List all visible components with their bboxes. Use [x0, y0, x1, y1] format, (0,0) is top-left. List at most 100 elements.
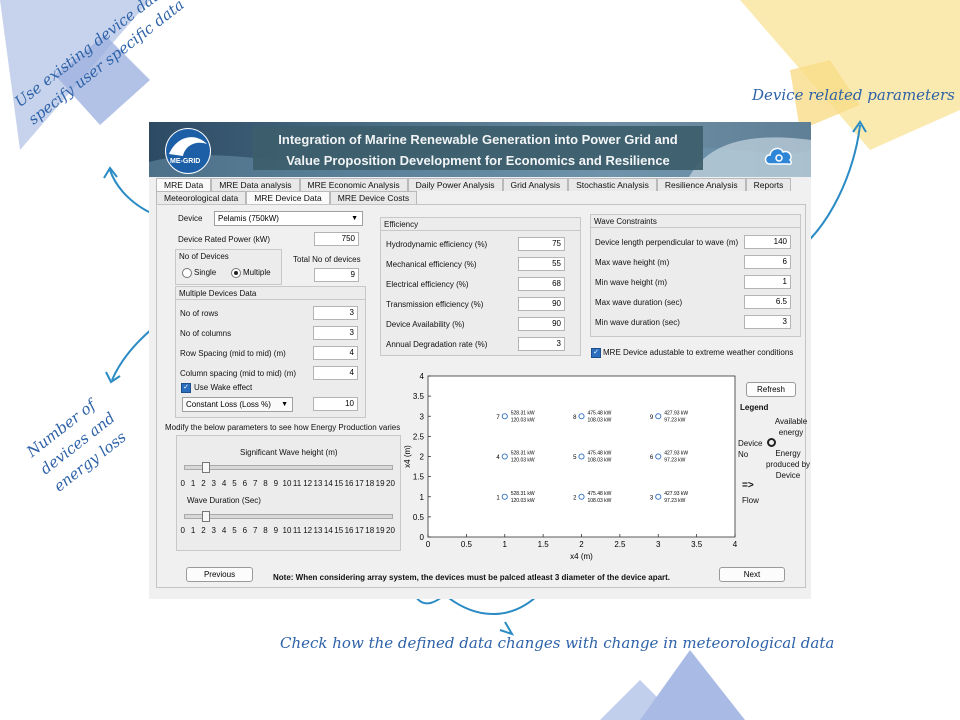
legend-marker-icon	[767, 438, 776, 447]
y-tick-label: 2	[420, 453, 425, 462]
y-tick-label: 4	[420, 372, 425, 381]
wave-duration-tick-3: 3	[211, 526, 216, 535]
wave-duration-slider-label: Wave Duration (Sec)	[187, 496, 261, 505]
tab-meteorological-data[interactable]: Meteorological data	[156, 191, 247, 204]
multiple-radio[interactable]	[231, 268, 241, 278]
multiple-devices-title: Multiple Devices Data	[179, 289, 257, 298]
loss-type-select[interactable]: Constant Loss (Loss %) ▼	[182, 397, 293, 412]
refresh-button[interactable]: Refresh	[746, 382, 796, 397]
tab-mre-data[interactable]: MRE Data	[156, 178, 212, 191]
max-wave-duration-input[interactable]: 6.5	[744, 295, 791, 309]
chevron-down-icon: ▼	[281, 401, 288, 408]
y-tick-label: 1	[420, 493, 425, 502]
max-wave-height-input[interactable]: 6	[744, 255, 791, 269]
wave-height-tick-13: 13	[313, 479, 323, 488]
no-of-devices-panel: No of Devices Single Multiple	[175, 249, 282, 285]
wave-height-tick-10: 10	[282, 479, 292, 488]
wave-duration-tick-15: 15	[334, 526, 344, 535]
loss-value-input[interactable]: 10	[313, 397, 358, 411]
column-spacing-input[interactable]: 4	[313, 366, 358, 380]
single-radio[interactable]	[182, 268, 192, 278]
total-devices-label: Total No of devices	[293, 255, 361, 264]
transmission-input[interactable]: 90	[518, 297, 565, 311]
wave-duration-tick-0: 0	[180, 526, 185, 535]
device-select[interactable]: Pelamis (750kW) ▼	[214, 211, 363, 226]
tab-grid-analysis[interactable]: Grid Analysis	[502, 178, 569, 191]
wave-height-tick-20: 20	[386, 479, 395, 488]
wave-height-tick-2: 2	[201, 479, 206, 488]
wave-duration-tick-16: 16	[344, 526, 354, 535]
min-wave-duration-input[interactable]: 3	[744, 315, 791, 329]
single-label: Single	[194, 268, 217, 277]
columns-input[interactable]: 3	[313, 326, 358, 340]
wave-height-slider[interactable]	[184, 465, 393, 470]
electrical-input[interactable]: 68	[518, 277, 565, 291]
previous-button[interactable]: Previous	[186, 567, 253, 582]
wave-duration-tick-10: 10	[282, 526, 292, 535]
wave-height-tick-12: 12	[303, 479, 313, 488]
wave-height-slider-thumb[interactable]	[201, 462, 210, 473]
y-tick-label: 3.5	[413, 392, 425, 401]
wave-duration-slider[interactable]	[184, 514, 393, 519]
tab-reports[interactable]: Reports	[745, 178, 792, 191]
main-tab-bar: MRE Data MRE Data analysis MRE Economic …	[156, 178, 792, 191]
wave-duration-tick-13: 13	[313, 526, 323, 535]
extreme-weather-checkbox[interactable]: ✓	[591, 348, 601, 358]
wave-duration-tick-14: 14	[323, 526, 333, 535]
tab-mre-economic-analysis[interactable]: MRE Economic Analysis	[299, 178, 408, 191]
available-energy-label: 528.31 kW	[511, 491, 535, 497]
device-label: Device	[178, 214, 203, 223]
wave-height-tick-8: 8	[263, 479, 268, 488]
x-tick-label: 3.5	[691, 540, 703, 549]
total-devices-value: 9	[314, 268, 359, 282]
column-spacing-label: Column spacing (mid to mid) (m)	[180, 369, 297, 378]
availability-input[interactable]: 90	[518, 317, 565, 331]
y-tick-label: 1.5	[413, 473, 425, 482]
produced-energy-label: 97.23 kW	[664, 417, 685, 423]
wave-duration-slider-thumb[interactable]	[201, 511, 210, 522]
y-axis-label: x4 (m)	[403, 445, 412, 468]
legend-flow: Flow	[742, 496, 759, 505]
plot-area	[427, 375, 736, 538]
wave-height-tick-5: 5	[232, 479, 237, 488]
chevron-down-icon: ▼	[351, 215, 358, 222]
tab-mre-data-analysis[interactable]: MRE Data analysis	[211, 178, 300, 191]
tab-resilience-analysis[interactable]: Resilience Analysis	[656, 178, 746, 191]
tab-mre-device-data[interactable]: MRE Device Data	[246, 191, 330, 204]
sliders-panel: Significant Wave height (m) 0 1 2 3 4 5 6 7 8 9 10…	[176, 435, 401, 551]
mechanical-input[interactable]: 55	[518, 257, 565, 271]
row-spacing-label: Row Spacing (mid to mid) (m)	[180, 349, 286, 358]
wave-duration-tick-8: 8	[263, 526, 268, 535]
tab-mre-device-costs[interactable]: MRE Device Costs	[329, 191, 418, 204]
hydrodynamic-input[interactable]: 75	[518, 237, 565, 251]
tab-stochastic-analysis[interactable]: Stochastic Analysis	[568, 178, 657, 191]
device-layout-chart: 0 0.5 1 1.5 2 2.5 3 3.5 4 0 0.5 1 1.5 2 2.5 3 3.5 4 x4 (m)…	[403, 372, 738, 561]
wake-effect-checkbox[interactable]: ✓	[181, 383, 191, 393]
available-energy-label: 427.93 kW	[664, 410, 688, 416]
row-spacing-input[interactable]: 4	[313, 346, 358, 360]
app-window: ME-GRID Integration of Marine Renewable …	[149, 122, 811, 599]
wave-height-slider-label: Significant Wave height (m)	[240, 448, 338, 457]
me-grid-logo: ME-GRID	[165, 128, 211, 174]
device-length-input[interactable]: 140	[744, 235, 791, 249]
rows-input[interactable]: 3	[313, 306, 358, 320]
wave-duration-tick-7: 7	[252, 526, 258, 535]
min-wave-height-input[interactable]: 1	[744, 275, 791, 289]
y-tick-label: 0.5	[413, 513, 425, 522]
wave-duration-tick-11: 11	[292, 526, 302, 535]
wave-height-tick-0: 0	[180, 479, 185, 488]
svg-text:ME-GRID: ME-GRID	[170, 158, 200, 165]
rows-label: No of rows	[180, 309, 219, 318]
efficiency-panel: Efficiency Hydrodynamic efficiency (%) 7…	[380, 217, 581, 356]
wave-duration-tick-20: 20	[386, 526, 395, 535]
degradation-input[interactable]: 3	[518, 337, 565, 351]
cloud-settings-icon[interactable]	[763, 143, 795, 167]
y-tick-label: 3	[420, 412, 425, 421]
hydrodynamic-label: Hydrodynamic efficiency (%)	[386, 240, 488, 249]
wave-duration-tick-19: 19	[375, 526, 385, 535]
next-button[interactable]: Next	[719, 567, 785, 582]
available-energy-label: 475.48 kW	[588, 491, 612, 497]
rated-power-input[interactable]: 750	[314, 232, 359, 246]
tab-daily-power-analysis[interactable]: Daily Power Analysis	[407, 178, 503, 191]
y-tick-label: 0	[420, 533, 425, 542]
